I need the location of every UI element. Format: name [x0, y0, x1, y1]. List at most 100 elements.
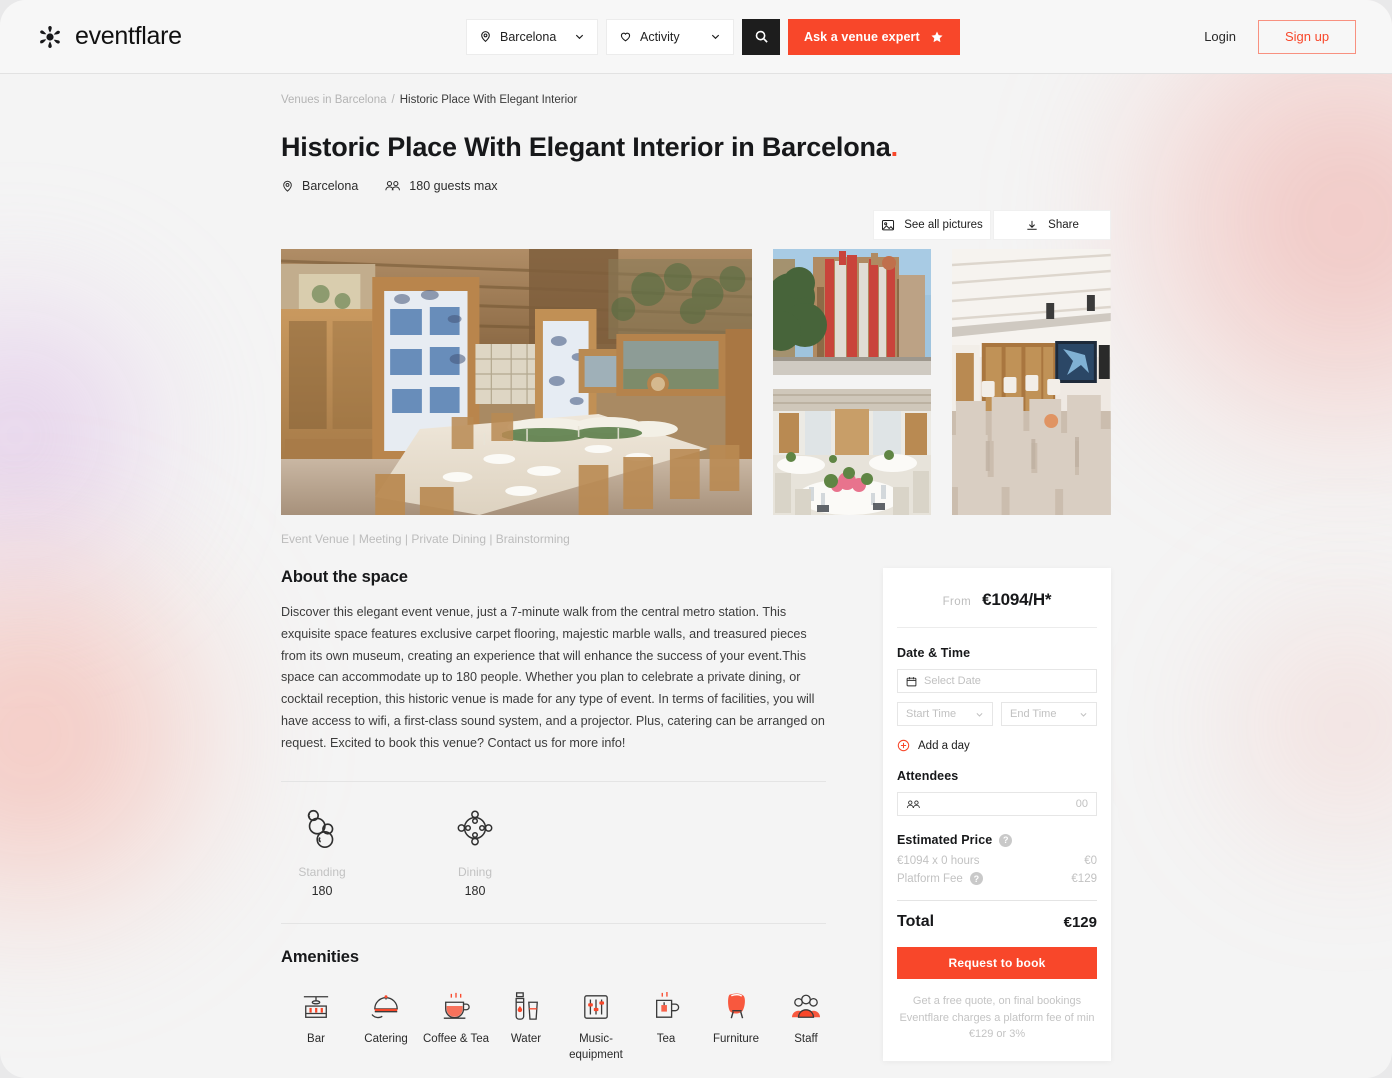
gallery-thumb-2[interactable]: [773, 389, 932, 515]
share-button[interactable]: Share: [993, 210, 1111, 240]
pictures-icon: [882, 219, 895, 230]
start-time-placeholder: Start Time: [906, 708, 957, 720]
water-bottle-icon: [491, 987, 561, 1021]
question-mark-icon[interactable]: ?: [999, 833, 1013, 847]
price-from-value: €1094/H*: [982, 590, 1052, 609]
left-column: About the space Discover this elegant ev…: [281, 568, 826, 1078]
estimated-price-heading: Estimated Price ?: [897, 833, 1097, 847]
about-body: Discover this elegant event venue, just …: [281, 605, 825, 750]
banquet-setup-photo: [773, 389, 932, 515]
gallery-thumb-1[interactable]: [773, 249, 932, 375]
share-label: Share: [1048, 219, 1079, 231]
question-mark-icon[interactable]: ?: [969, 872, 983, 885]
download-share-icon: [1027, 220, 1037, 230]
add-a-day-label: Add a day: [918, 739, 970, 752]
breadcrumb-separator: /: [391, 94, 395, 106]
attendees-value: 00: [1075, 798, 1088, 810]
amenity-bar-label: Bar: [307, 1033, 325, 1046]
site-header: eventflare Barcelona Activity Ask a venu…: [0, 0, 1392, 74]
bar-icon: [281, 987, 351, 1021]
search-icon: [755, 30, 768, 43]
signup-button[interactable]: Sign up: [1258, 19, 1356, 54]
gallery-side-column: [773, 249, 932, 515]
armchair-icon: [701, 987, 771, 1021]
amenity-coffee-tea: Coffee & Tea: [421, 987, 491, 1063]
gallery-main-image[interactable]: [281, 249, 753, 515]
ask-venue-expert-button[interactable]: Ask a venue expert: [788, 18, 960, 55]
brand-logo[interactable]: eventflare: [36, 22, 182, 51]
activity-select[interactable]: Activity: [606, 18, 734, 55]
breadcrumb-parent[interactable]: Venues in Barcelona: [281, 94, 387, 106]
capacity-dining-value: 180: [464, 884, 486, 899]
capacity-standing-value: 180: [311, 884, 333, 899]
capacity-dining: Dining 180: [434, 804, 516, 898]
see-all-pictures-button[interactable]: See all pictures: [873, 210, 991, 240]
price-line-hours-value: €0: [1084, 855, 1097, 867]
total-label: Total: [897, 913, 935, 930]
standing-people-icon: [281, 804, 363, 852]
header-right: Login Sign up: [1204, 19, 1356, 54]
attendees-heading: Attendees: [897, 769, 959, 783]
amenity-water: Water: [491, 987, 561, 1063]
end-time-select[interactable]: End Time: [1001, 702, 1097, 726]
amenity-music-equipment-label: Music-equipment: [569, 1033, 623, 1061]
price-line-hours-label: €1094 x 0 hours: [897, 855, 980, 867]
location-pin-icon: [283, 180, 292, 192]
gallery-thumb-3[interactable]: [952, 249, 1111, 515]
search-button[interactable]: [742, 18, 780, 55]
amenity-tea-label: Tea: [656, 1033, 676, 1046]
about-heading: About the space: [281, 568, 408, 586]
gallery-actions: See all pictures Share: [281, 210, 1111, 240]
start-time-select[interactable]: Start Time: [897, 702, 993, 726]
tea-mug-icon: [631, 987, 701, 1021]
amenity-tea: Tea: [631, 987, 701, 1063]
time-row: Start Time End Time: [897, 693, 1097, 726]
people-icon: [385, 180, 401, 191]
chevron-down-icon: [575, 34, 584, 40]
conference-seating-photo: [952, 249, 1111, 515]
price-line-hours: €1094 x 0 hours €0: [897, 855, 1097, 867]
amenity-staff-label: Staff: [794, 1033, 818, 1046]
venue-location: Barcelona: [281, 179, 358, 193]
city-select[interactable]: Barcelona: [466, 18, 598, 55]
datetime-heading: Date & Time: [897, 646, 971, 660]
price-line-platform-fee-value: €129: [1071, 872, 1097, 885]
amenities-heading: Amenities: [281, 948, 359, 967]
capacity-standing: Standing 180: [281, 804, 363, 898]
booking-divider: [897, 627, 1097, 628]
login-link[interactable]: Login: [1204, 29, 1236, 44]
attendees-input[interactable]: 00: [897, 792, 1097, 816]
main-dining-hall-photo: [281, 249, 753, 515]
amenity-furniture-label: Furniture: [712, 1033, 760, 1046]
page-content: Venues in Barcelona / Historic Place Wit…: [0, 94, 1392, 1078]
amenity-bar: Bar: [281, 987, 351, 1063]
heart-icon: [620, 32, 631, 42]
location-pin-icon: [481, 31, 490, 43]
venue-location-label: Barcelona: [302, 179, 359, 193]
chevron-down-icon: [1080, 712, 1087, 717]
date-input[interactable]: Select Date: [897, 669, 1097, 693]
amenity-staff: Staff: [771, 987, 841, 1063]
amenity-music-equipment: Music-equipment: [561, 987, 631, 1063]
calendar-icon: [906, 676, 917, 686]
coffee-cup-icon: [421, 987, 491, 1021]
activity-select-value: Activity: [640, 29, 680, 44]
total-row: Total €129: [897, 913, 1097, 931]
search-cluster: Barcelona Activity Ask a venue expert: [466, 18, 960, 55]
eventflare-logo-icon: [40, 25, 60, 48]
add-a-day-button[interactable]: Add a day: [897, 739, 1097, 752]
estimated-price-label: Estimated Price: [897, 833, 993, 847]
price-line-platform-fee-left: Platform Fee ?: [897, 872, 983, 885]
price-line-platform-fee-label: Platform Fee: [897, 872, 963, 885]
catering-icon: [351, 987, 421, 1021]
request-to-book-button[interactable]: Request to book: [897, 947, 1097, 979]
amenity-furniture: Furniture: [701, 987, 771, 1063]
amenities-grid: Bar Catering Coffee & Tea Water Music-eq…: [281, 987, 826, 1078]
amenities-divider: [281, 923, 826, 925]
page-title-accent-dot: .: [890, 132, 899, 162]
price-from-label: From: [942, 596, 972, 608]
brand-name: eventflare: [75, 22, 182, 50]
staff-group-icon: [771, 987, 841, 1021]
star-icon: [931, 31, 943, 42]
amenity-coffee-tea-label: Coffee & Tea: [422, 1033, 490, 1046]
